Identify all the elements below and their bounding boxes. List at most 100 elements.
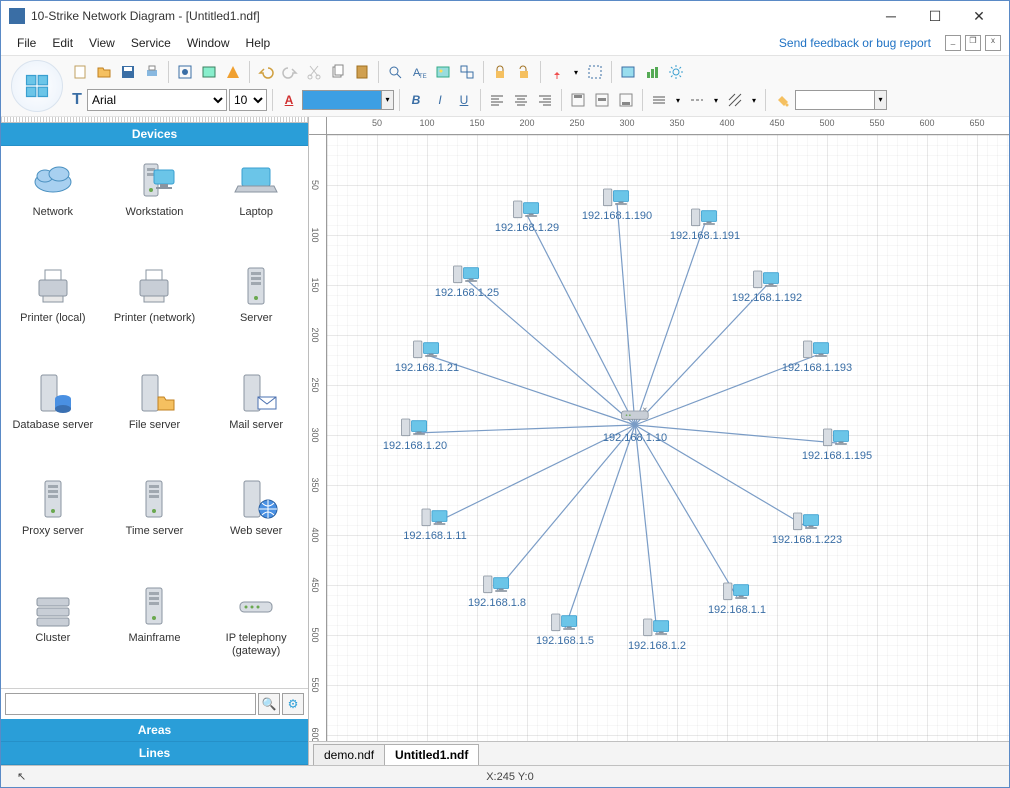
line-style-button[interactable] [648,89,670,111]
align-right-button[interactable] [534,89,556,111]
group-button[interactable] [456,61,478,83]
cluster-icon [29,582,77,630]
workstation-node[interactable]: 192.168.1.1 [708,578,766,616]
shapes-button[interactable] [222,61,244,83]
device-settings-button[interactable]: ⚙ [282,693,304,715]
workstation-node[interactable]: 192.168.1.20 [383,414,447,452]
settings-button[interactable] [665,61,687,83]
device-item-server[interactable]: Server [206,258,306,350]
feedback-link[interactable]: Send feedback or bug report [779,36,931,50]
redo-button[interactable] [279,61,301,83]
line-dash-drop[interactable]: ▾ [710,89,722,111]
device-item-file-server[interactable]: File server [105,365,205,457]
device-item-laptop[interactable]: Laptop [206,152,306,244]
device-item-mail-server[interactable]: Mail server [206,365,306,457]
app-logo[interactable] [11,60,63,112]
chart-button[interactable] [641,61,663,83]
fill-tool-button[interactable] [771,89,793,111]
workstation-node[interactable]: 192.168.1.2 [628,614,686,652]
device-search-input[interactable] [5,693,256,715]
menu-help[interactable]: Help [238,34,279,52]
italic-button[interactable]: I [429,89,451,111]
pin-drop-button[interactable]: ▾ [570,61,582,83]
save-button[interactable] [117,61,139,83]
copy-button[interactable] [327,61,349,83]
diagram-canvas[interactable]: 192.168.1.190 192.168.1.29 192.168.1.191 19… [327,135,1009,741]
device-item-network[interactable]: Network [3,152,103,244]
device-item-workstation[interactable]: Workstation [105,152,205,244]
device-item-time-server[interactable]: Time server [105,471,205,563]
menu-view[interactable]: View [81,34,123,52]
unlock-button[interactable] [513,61,535,83]
valign-top-button[interactable] [567,89,589,111]
workstation-node[interactable]: 192.168.1.25 [435,261,499,299]
text-tool-button[interactable]: ATEXT [408,61,430,83]
device-item-mainframe[interactable]: Mainframe [105,578,205,670]
cut-button[interactable] [303,61,325,83]
open-button[interactable] [93,61,115,83]
tab-untitled1[interactable]: Untitled1.ndf [384,744,479,765]
insert-image-button[interactable] [432,61,454,83]
menu-window[interactable]: Window [179,34,238,52]
tab-demo[interactable]: demo.ndf [313,744,385,765]
device-item-printer-local-[interactable]: Printer (local) [3,258,103,350]
fill-color-picker[interactable]: ▾ [302,90,394,110]
map-button[interactable] [617,61,639,83]
line-dash-button[interactable] [686,89,708,111]
valign-middle-button[interactable] [591,89,613,111]
lock-button[interactable] [489,61,511,83]
device-item-cluster[interactable]: Cluster [3,578,103,670]
lines-panel-head[interactable]: Lines [1,742,308,765]
font-color-button[interactable]: A [278,89,300,111]
scan-button[interactable] [174,61,196,83]
pin-button[interactable] [546,61,568,83]
zoom-fit-button[interactable] [584,61,606,83]
workstation-node[interactable]: 192.168.1.195 [802,424,872,462]
align-center-button[interactable] [510,89,532,111]
workstation-node[interactable]: 192.168.1.192 [732,266,802,304]
print-button[interactable] [141,61,163,83]
find-button[interactable] [384,61,406,83]
menu-service[interactable]: Service [123,34,179,52]
workstation-node[interactable]: 192.168.1.8 [468,571,526,609]
device-item-proxy-server[interactable]: Proxy server [3,471,103,563]
hatch-button[interactable] [724,89,746,111]
workstation-node[interactable]: 192.168.1.193 [782,336,852,374]
workstation-node[interactable]: 192.168.1.190 [582,184,652,222]
fill2-color-picker[interactable]: ▾ [795,90,887,110]
menu-edit[interactable]: Edit [44,34,81,52]
devices-panel-head[interactable]: Devices [1,123,308,146]
device-item-printer-network-[interactable]: Printer (network) [105,258,205,350]
device-item-web-sever[interactable]: Web sever [206,471,306,563]
workstation-node[interactable]: 192.168.1.223 [772,508,842,546]
bold-button[interactable]: B [405,89,427,111]
font-name-select[interactable]: Arial [87,89,227,111]
font-size-select[interactable]: 10 [229,89,267,111]
menu-file[interactable]: File [9,34,44,52]
new-button[interactable] [69,61,91,83]
hub-node[interactable]: 192.168.1.10 [603,406,667,444]
mdi-close-button[interactable]: x [985,35,1001,51]
valign-bottom-button[interactable] [615,89,637,111]
workstation-node[interactable]: 192.168.1.5 [536,609,594,647]
areas-panel-head[interactable]: Areas [1,719,308,742]
workstation-node[interactable]: 192.168.1.29 [495,196,559,234]
line-style-drop[interactable]: ▾ [672,89,684,111]
align-left-button[interactable] [486,89,508,111]
mdi-minimize-button[interactable]: _ [945,35,961,51]
device-search-button[interactable]: 🔍 [258,693,280,715]
undo-button[interactable] [255,61,277,83]
workstation-node[interactable]: 192.168.1.191 [670,204,740,242]
device-item-database-server[interactable]: Database server [3,365,103,457]
workstation-node[interactable]: 192.168.1.11 [403,504,466,542]
mdi-restore-button[interactable]: ❐ [965,35,981,51]
maximize-button[interactable]: ☐ [913,1,957,31]
workstation-node[interactable]: 192.168.1.21 [395,336,459,374]
paste-button[interactable] [351,61,373,83]
image-button[interactable] [198,61,220,83]
hatch-drop[interactable]: ▾ [748,89,760,111]
close-button[interactable]: ✕ [957,1,1001,31]
underline-button[interactable]: U [453,89,475,111]
minimize-button[interactable]: ─ [869,1,913,31]
device-item-ip-telephony-gateway-[interactable]: IP telephony (gateway) [206,578,306,670]
